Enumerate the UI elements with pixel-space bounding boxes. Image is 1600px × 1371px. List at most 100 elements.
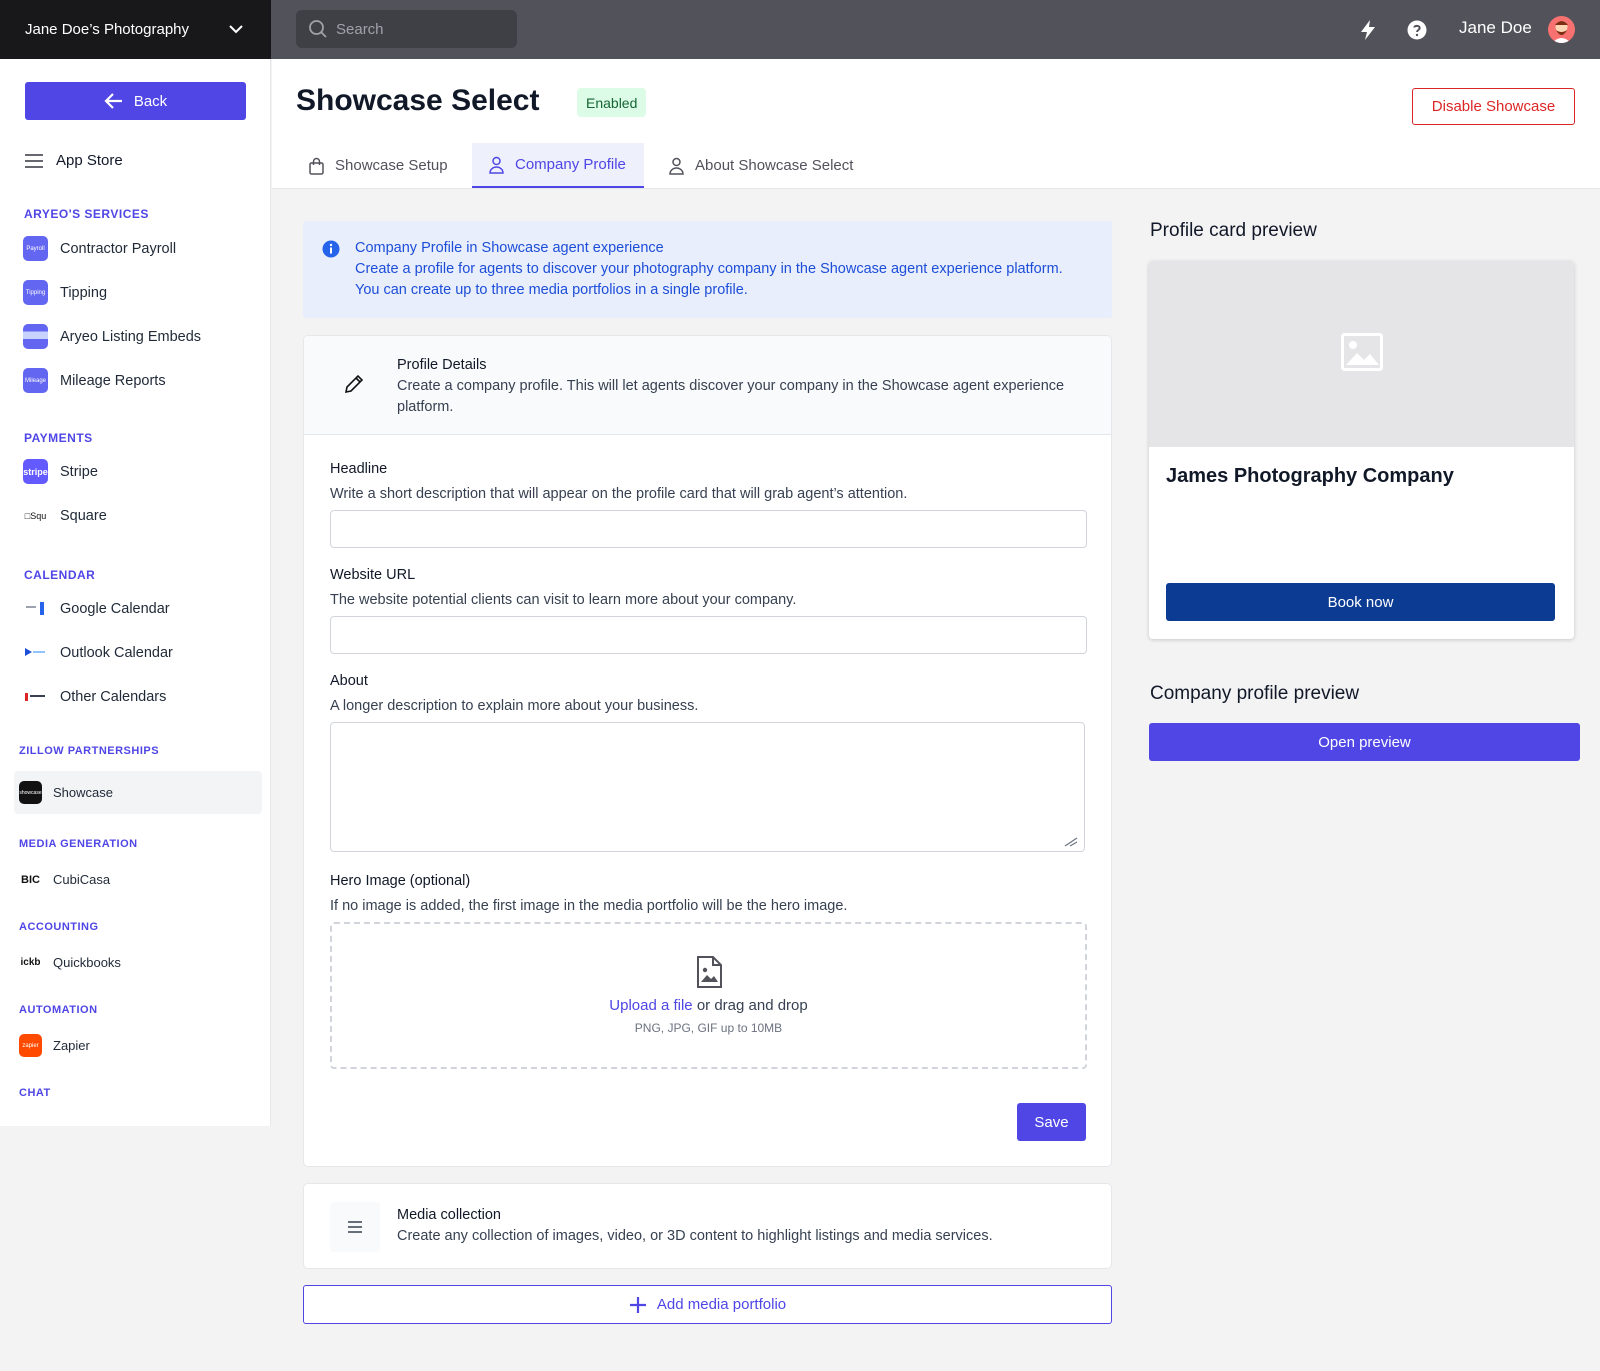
page-title: Showcase Select [296, 84, 540, 117]
help-icon[interactable] [1406, 19, 1428, 41]
sidebar-item-outlook-calendar[interactable]: Outlook Calendar [23, 640, 173, 665]
section-services: ARYEO'S SERVICES [24, 207, 149, 221]
add-media-portfolio-label: Add media portfolio [656, 1296, 787, 1313]
upload-drag-text: or drag and drop [692, 997, 808, 1014]
sidebar-item-other-calendars[interactable]: Other Calendars [23, 684, 166, 709]
sidebar-item-label: Zapier [53, 1038, 90, 1053]
other-calendars-icon [23, 684, 48, 709]
website-url-label: Website URL [330, 567, 416, 583]
search-input[interactable]: Search [296, 10, 517, 48]
sidebar-item-stripe[interactable]: stripe Stripe [23, 459, 98, 484]
upload-instructions: Upload a file or drag and drop [332, 997, 1085, 1014]
profile-card-preview: James Photography Company Book now [1149, 261, 1574, 639]
sidebar-item-label: Other Calendars [60, 688, 167, 705]
hero-image-placeholder [1149, 261, 1574, 447]
open-preview-button[interactable]: Open preview [1149, 723, 1580, 761]
upload-file-link[interactable]: Upload a file [609, 997, 692, 1014]
back-label: Back [133, 92, 168, 110]
image-file-icon [697, 956, 722, 988]
resize-grip-icon[interactable] [1064, 837, 1078, 847]
sidebar-item-listing-embeds[interactable]: Aryeo Listing Embeds [23, 324, 201, 349]
about-label: About [330, 673, 368, 689]
avatar[interactable] [1548, 16, 1575, 43]
headline-help: Write a short description that will appe… [330, 486, 908, 502]
sidebar-item-square[interactable]: □Squ Square [23, 503, 107, 528]
sidebar-item-tipping[interactable]: Tipping Tipping [23, 280, 107, 305]
section-calendar: CALENDAR [24, 568, 96, 582]
pencil-icon [344, 374, 364, 394]
menu-icon [25, 153, 43, 168]
section-accounting: ACCOUNTING [19, 921, 99, 933]
add-media-portfolio-button[interactable]: Add media portfolio [303, 1285, 1112, 1324]
sidebar: Back App Store ARYEO'S SERVICES Payroll … [0, 59, 271, 1126]
save-button[interactable]: Save [1017, 1103, 1086, 1141]
website-url-input[interactable] [330, 616, 1087, 654]
sidebar-item-zapier[interactable]: zapier Zapier [19, 1034, 90, 1057]
tab-showcase-setup[interactable]: Showcase Setup [308, 143, 448, 188]
profile-details-header: Profile Details Create a company profile… [304, 336, 1111, 435]
sidebar-item-label: Aryeo Listing Embeds [60, 328, 202, 345]
sidebar-item-label: Stripe [60, 463, 98, 480]
sidebar-item-contractor-payroll[interactable]: Payroll Contractor Payroll [23, 236, 176, 261]
profile-details-description: Create a company profile. This will let … [397, 378, 1065, 415]
tab-label: Showcase Setup [335, 157, 448, 174]
profile-card-preview-title: Profile card preview [1150, 220, 1317, 241]
account-switcher[interactable]: Jane Doe’s Photography [0, 0, 271, 59]
shopping-bag-icon [309, 157, 324, 175]
lightning-icon[interactable] [1357, 19, 1379, 41]
sidebar-item-app-store[interactable]: App Store [24, 152, 123, 169]
sidebar-item-quickbooks[interactable]: ickb Quickbooks [19, 951, 121, 974]
profile-details-card: Profile Details Create a company profile… [303, 335, 1112, 1167]
user-icon [489, 156, 504, 174]
hero-image-help: If no image is added, the first image in… [330, 898, 848, 914]
sidebar-item-mileage-reports[interactable]: Mileage Mileage Reports [23, 368, 166, 393]
section-automation: AUTOMATION [19, 1004, 98, 1016]
user-name[interactable]: Jane Doe [1459, 18, 1532, 38]
contractor-payroll-icon: Payroll [23, 236, 48, 261]
disable-showcase-button[interactable]: Disable Showcase [1412, 88, 1575, 125]
upload-file-types: PNG, JPG, GIF up to 10MB [634, 1021, 783, 1035]
tab-company-profile[interactable]: Company Profile [472, 143, 644, 188]
page-header: Showcase Select Enabled Disable Showcase… [272, 59, 1600, 189]
chevron-down-icon [229, 25, 243, 34]
tab-about-showcase-select[interactable]: About Showcase Select [668, 143, 853, 188]
back-button[interactable]: Back [25, 82, 246, 120]
sidebar-item-cubicasa[interactable]: BIC CubiCasa [19, 868, 110, 891]
mileage-reports-icon: Mileage [23, 368, 48, 393]
media-collection-title: Media collection [397, 1207, 501, 1223]
section-media-generation: MEDIA GENERATION [19, 838, 138, 850]
info-icon [322, 240, 340, 258]
tab-label: About Showcase Select [695, 157, 854, 174]
about-help: A longer description to explain more abo… [330, 698, 699, 714]
book-now-button[interactable]: Book now [1166, 583, 1555, 621]
hero-image-dropzone[interactable]: Upload a file or drag and drop PNG, JPG,… [330, 922, 1087, 1069]
top-bar: Jane Doe’s Photography Search Jane Doe [0, 0, 1600, 59]
media-collection-card: Media collection Create any collection o… [303, 1183, 1112, 1269]
media-collection-icon-box [330, 1202, 380, 1252]
headline-label: Headline [330, 461, 388, 477]
info-banner: Company Profile in Showcase agent experi… [303, 221, 1112, 318]
sidebar-item-label: Tipping [60, 284, 108, 301]
sidebar-item-label: Mileage Reports [60, 372, 166, 389]
info-banner-body: Create a profile for agents to discover … [355, 261, 1063, 298]
section-zillow: ZILLOW PARTNERSHIPS [19, 745, 160, 757]
sidebar-item-label: Square [60, 507, 107, 524]
about-textarea[interactable] [330, 722, 1085, 852]
tipping-icon: Tipping [23, 280, 48, 305]
cubicasa-icon: BIC [19, 868, 42, 891]
sidebar-item-label: Showcase [53, 785, 113, 800]
profile-details-title: Profile Details [397, 357, 487, 373]
outlook-calendar-icon [23, 640, 48, 665]
sidebar-item-google-calendar[interactable]: Google Calendar [23, 596, 170, 621]
listing-embeds-icon [23, 324, 48, 349]
sidebar-item-showcase[interactable]: showcase Showcase [19, 781, 113, 804]
showcase-icon: showcase [19, 781, 42, 804]
tab-label: Company Profile [515, 156, 626, 173]
headline-input[interactable] [330, 510, 1087, 548]
square-icon: □Squ [23, 503, 48, 528]
sidebar-item-label: Quickbooks [53, 955, 121, 970]
sidebar-item-label: CubiCasa [53, 872, 111, 887]
hero-image-label: Hero Image (optional) [330, 873, 471, 889]
status-badge: Enabled [577, 88, 647, 117]
google-calendar-icon [23, 596, 48, 621]
